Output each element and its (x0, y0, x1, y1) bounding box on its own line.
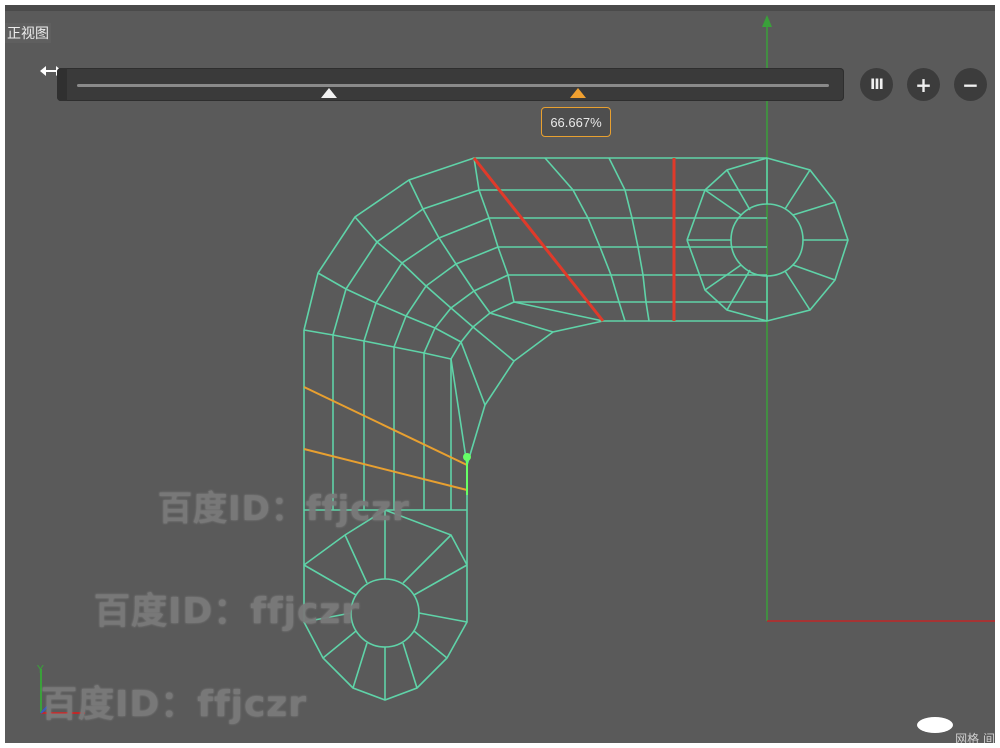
slider-value-tooltip: 66.667% (541, 107, 611, 137)
bars-icon: III (870, 76, 884, 93)
viewport[interactable]: 正视图 Y 66.667% III + − 百度ID：ffjczr 百度ID：f… (5, 5, 995, 743)
axis-y-arrow (762, 15, 772, 27)
mesh-top-arm-cross-2 (608, 157, 650, 322)
slider-left-handle[interactable] (57, 68, 67, 101)
mesh-bottom-lug-hole (350, 578, 420, 648)
watermark: 百度ID：ffjczr (94, 591, 360, 632)
bars-button[interactable]: III (860, 68, 893, 101)
corner-gizmo (917, 717, 953, 733)
orange-edges (303, 386, 468, 491)
slider-marker-white[interactable] (321, 88, 337, 98)
minus-icon: − (962, 72, 979, 97)
corner-label: 网格 间 (955, 732, 995, 743)
orange-edge-1 (303, 386, 468, 466)
watermark: 百度ID：ffjczr (41, 684, 307, 725)
mesh-inner-contour (466, 320, 767, 510)
plus-icon: + (915, 72, 932, 97)
red-edges (472, 157, 676, 322)
mesh-bend-ring-2 (363, 217, 490, 342)
mesh-bend-ring-5 (450, 301, 515, 360)
watermark: 百度ID：ffjczr (158, 489, 410, 529)
mesh-bend-spoke-3 (354, 216, 515, 362)
mesh-bend-spoke-2 (317, 272, 486, 406)
red-edge-diagonal (472, 157, 605, 322)
mesh-bend-ring-3 (393, 246, 499, 348)
timeline-slider[interactable] (57, 68, 844, 101)
slider-track[interactable] (77, 84, 829, 87)
mesh-bend-spoke-1 (303, 329, 468, 466)
add-button[interactable]: + (907, 68, 940, 101)
slider-marker-current[interactable] (570, 88, 586, 98)
mesh-bend-spoke-4 (408, 179, 554, 333)
remove-button[interactable]: − (954, 68, 987, 101)
selected-vertex (463, 453, 471, 461)
